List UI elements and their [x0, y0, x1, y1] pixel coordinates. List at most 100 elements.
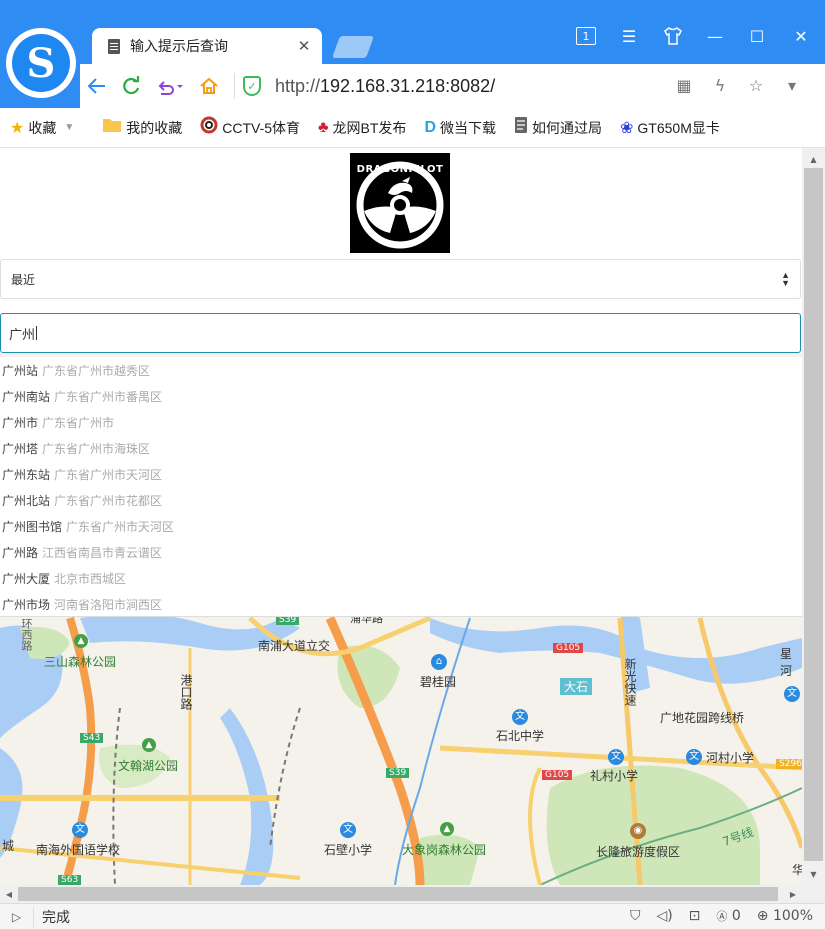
suggestion-address: 广东省广州市花都区: [54, 493, 163, 508]
suggestion-name: 广州图书馆: [2, 519, 63, 534]
suggestion-item[interactable]: 广州市 广东省广州市: [0, 409, 802, 435]
qr-code-icon[interactable]: ▦: [671, 72, 697, 98]
adblock-button[interactable]: Ⓐ 0: [716, 908, 740, 924]
bookmark-pass-level[interactable]: 如何通过局: [514, 117, 602, 138]
query-panel: DRAGONPILOT 最近 ▲ ▼ 广州: [0, 148, 802, 353]
address-dropdown-icon[interactable]: ▾: [779, 72, 805, 98]
suggestion-item[interactable]: 广州图书馆 广东省广州市天河区: [0, 513, 802, 539]
logo-text: DRAGONPILOT: [356, 164, 444, 175]
zoom-icon: ⊕: [756, 908, 769, 924]
home-icon[interactable]: [192, 69, 226, 103]
bookmark-my-favorites[interactable]: 我的收藏: [102, 117, 182, 138]
suggestion-item[interactable]: 广州站 广东省广州市越秀区: [0, 357, 802, 383]
suggestion-name: 广州塔: [2, 441, 39, 456]
bookmark-label: GT650M显卡: [637, 119, 720, 136]
menu-icon[interactable]: ☰: [614, 24, 644, 48]
suggestion-item[interactable]: 广州东站 广东省广州市天河区: [0, 461, 802, 487]
bookmark-label: 收藏: [28, 119, 57, 136]
suggestion-name: 广州东站: [2, 467, 51, 482]
close-window-icon[interactable]: ✕: [786, 24, 816, 48]
suggestion-address: 广东省广州市海珠区: [42, 441, 151, 456]
back-icon[interactable]: [80, 69, 114, 103]
tab-title: 输入提示后查询: [130, 39, 228, 55]
suggestion-address: 江西省南昌市青云谱区: [42, 545, 163, 560]
refresh-icon[interactable]: [114, 69, 148, 103]
browser-chrome: S 输入提示后查询 ✕ 1 ☰ — ☐ ✕ ✓ http://192.168.3…: [0, 0, 825, 108]
bookmark-weidang[interactable]: D 微当下载: [424, 118, 496, 138]
tab-close-icon[interactable]: ✕: [294, 37, 314, 55]
star-icon: ★: [10, 119, 25, 137]
scrollbar-corner: [802, 885, 825, 903]
suggestion-item[interactable]: 广州北站 广东省广州市花都区: [0, 487, 802, 513]
suggestion-address: 广东省广州市天河区: [66, 519, 175, 534]
minimize-icon[interactable]: —: [700, 24, 730, 48]
maximize-icon[interactable]: ☐: [742, 24, 772, 48]
history-select[interactable]: 最近 ▲ ▼: [0, 259, 801, 299]
bookmark-favorites[interactable]: ★ 收藏 ▼: [10, 118, 84, 138]
lightning-icon[interactable]: ϟ: [707, 72, 733, 98]
undo-close-icon[interactable]: [148, 69, 192, 103]
document-icon: [514, 117, 528, 138]
scroll-down-icon[interactable]: ▼: [802, 865, 825, 883]
bookmark-label: 如何通过局: [532, 119, 602, 136]
tab-count-button[interactable]: 1: [571, 24, 601, 48]
status-bar: ▷ 完成 ⛉ ◁) ⊡ Ⓐ 0 ⊕ 100%: [0, 903, 825, 929]
search-input[interactable]: 广州: [0, 313, 801, 353]
chevron-down-icon[interactable]: ▼: [64, 122, 74, 133]
horizontal-scroll-thumb[interactable]: [18, 887, 778, 901]
bookmark-label: CCTV-5体育: [222, 119, 301, 136]
tab-active[interactable]: 输入提示后查询 ✕: [92, 28, 322, 64]
suggestion-address: 河南省洛阳市涧西区: [54, 597, 163, 612]
folder-icon: [102, 117, 122, 138]
suggestion-name: 广州大厦: [2, 571, 51, 586]
bookmark-label: 我的收藏: [126, 119, 183, 136]
url-field[interactable]: http://192.168.31.218:8082/: [275, 76, 495, 97]
bookmark-gt650m[interactable]: ❀ GT650M显卡: [620, 118, 720, 138]
status-text: 完成: [42, 909, 70, 926]
adblock-count: 0: [731, 908, 741, 924]
speaker-icon[interactable]: ◁): [656, 908, 672, 924]
suggestion-name: 广州市场: [2, 597, 51, 612]
screenshot-icon[interactable]: ⊡: [689, 908, 701, 924]
play-icon[interactable]: ▷: [0, 906, 34, 927]
search-input-value: 广州: [9, 327, 36, 343]
security-shield-icon[interactable]: ✓: [243, 76, 261, 96]
skin-icon[interactable]: [658, 24, 688, 48]
address-bar: ✓ http://192.168.31.218:8082/ ▦ ϟ ☆ ▾: [80, 64, 825, 108]
adblock-icon: Ⓐ: [716, 910, 728, 923]
suggestion-item[interactable]: 广州市场 河南省洛阳市涧西区: [0, 591, 802, 617]
suggestion-name: 广州南站: [2, 389, 51, 404]
url-host: 192.168.31.218:8082/: [320, 75, 496, 96]
scroll-right-icon[interactable]: ▶: [784, 885, 802, 903]
address-actions: ▦ ϟ ☆ ▾: [671, 72, 805, 98]
bookmark-label: 微当下载: [440, 119, 496, 136]
suggestion-item[interactable]: 广州路 江西省南昌市青云谱区: [0, 539, 802, 565]
scroll-left-icon[interactable]: ◀: [0, 885, 18, 903]
bookmark-longwang[interactable]: ♣ 龙网BT发布: [318, 118, 406, 138]
browser-logo[interactable]: S: [6, 28, 76, 98]
scroll-up-icon[interactable]: ▲: [802, 150, 825, 168]
suggestion-name: 广州路: [2, 545, 39, 560]
page-viewport: 三山森林公园 环西路 港口路 南浦大道立交 浦华路 碧桂园 大石 新光快速 广地…: [0, 148, 802, 885]
favorite-star-icon[interactable]: ☆: [743, 72, 769, 98]
bookmarks-bar: ★ 收藏 ▼ 我的收藏 CCTV-5体育 ♣ 龙网BT发布 D 微当下载 如何通…: [0, 108, 825, 148]
zoom-level: 100%: [772, 908, 813, 924]
suggestion-item[interactable]: 广州南站 广东省广州市番禺区: [0, 383, 802, 409]
vertical-scroll-thumb[interactable]: [804, 168, 823, 861]
vertical-scrollbar[interactable]: ▲ ▼: [802, 148, 825, 885]
new-tab-button[interactable]: [331, 36, 375, 58]
bookmark-cctv5[interactable]: CCTV-5体育: [200, 116, 300, 139]
suggestion-name: 广州站: [2, 363, 39, 378]
suggestion-item[interactable]: 广州大厦 北京市西城区: [0, 565, 802, 591]
suggestion-name: 广州市: [2, 415, 39, 430]
horizontal-scrollbar[interactable]: ◀ ▶: [0, 885, 802, 903]
browser-logo-icon: S: [12, 34, 70, 92]
select-caret-icon: ▲ ▼: [781, 270, 790, 288]
url-scheme: http://: [275, 75, 321, 96]
security-icon[interactable]: ⛉: [630, 908, 641, 924]
baidu-paw-icon: ❀: [620, 119, 634, 137]
suggestion-address: 广东省广州市: [42, 415, 115, 430]
zoom-control[interactable]: ⊕ 100%: [757, 908, 813, 924]
suggestion-item[interactable]: 广州塔 广东省广州市海珠区: [0, 435, 802, 461]
suggestion-address: 北京市西城区: [54, 571, 127, 586]
